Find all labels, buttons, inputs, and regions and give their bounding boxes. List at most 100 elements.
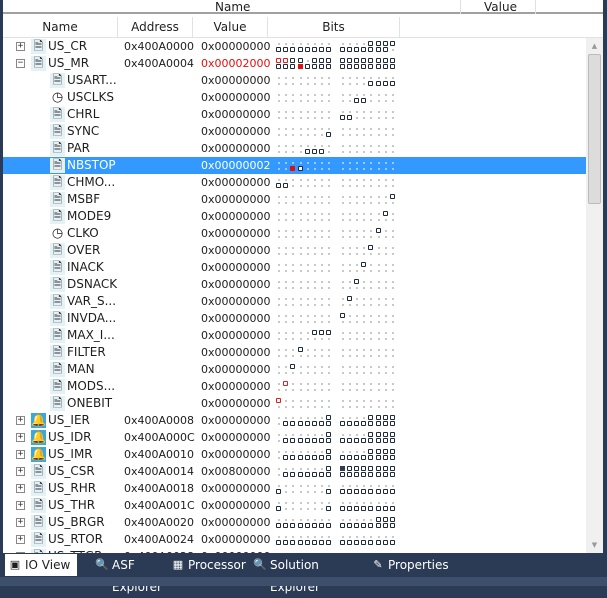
bit-19[interactable] xyxy=(368,41,374,46)
register-row[interactable]: 🗎 SYNC 0x00000000 xyxy=(3,123,586,140)
bit-14[interactable] xyxy=(283,523,289,528)
bit-14[interactable] xyxy=(283,438,289,443)
bit-7[interactable] xyxy=(339,47,345,52)
bit-8[interactable] xyxy=(326,47,332,52)
bit-11[interactable] xyxy=(304,523,310,528)
bit-18[interactable] xyxy=(375,58,381,63)
register-value[interactable]: 0x00000000 xyxy=(201,208,271,225)
expand-icon[interactable]: + xyxy=(16,501,25,510)
bit-4[interactable] xyxy=(361,421,367,426)
bit-11[interactable] xyxy=(304,438,310,443)
bit-6[interactable] xyxy=(346,421,352,426)
bit-11[interactable] xyxy=(304,421,310,426)
register-row[interactable]: 🗎 MAX_I... 0x00000000 xyxy=(3,327,586,344)
bit-2[interactable] xyxy=(375,421,381,426)
register-row[interactable]: 🗎 PAR 0x00000000 xyxy=(3,140,586,157)
register-value[interactable]: 0x00000000 xyxy=(201,497,271,514)
bit-22[interactable] xyxy=(346,296,352,301)
register-row[interactable]: 🗎 OVER 0x00000000 xyxy=(3,242,586,259)
bit-3[interactable] xyxy=(368,81,374,86)
bit-16[interactable] xyxy=(390,58,395,63)
bit-22[interactable] xyxy=(346,466,352,471)
bit-18[interactable] xyxy=(375,432,381,437)
bit-8[interactable] xyxy=(326,489,332,494)
register-row[interactable]: 🗎 USART... 0x00000000 xyxy=(3,72,586,89)
bit-17[interactable] xyxy=(382,211,388,216)
register-row[interactable]: + 🗎 US_THR 0x400A001C 0x00000000 xyxy=(3,497,586,514)
register-value[interactable]: 0x00000000 xyxy=(201,429,271,446)
tab-processor[interactable]: ▦ Processor xyxy=(168,554,250,576)
register-value[interactable]: 0x00000000 xyxy=(201,480,271,497)
bit-19[interactable] xyxy=(368,415,374,420)
bit-13[interactable] xyxy=(290,523,296,528)
bit-8[interactable] xyxy=(326,132,332,137)
bit-2[interactable] xyxy=(375,64,381,69)
bit-17[interactable] xyxy=(382,41,388,46)
bit-0[interactable] xyxy=(390,64,395,69)
bit-9[interactable] xyxy=(319,421,325,426)
bit-15[interactable] xyxy=(276,47,281,52)
bit-5[interactable] xyxy=(354,64,359,69)
bit-14[interactable] xyxy=(283,64,289,69)
bit-2[interactable] xyxy=(375,523,381,528)
bit-9[interactable] xyxy=(319,47,325,52)
bit-8[interactable] xyxy=(326,455,332,460)
bit-5[interactable] xyxy=(354,455,359,460)
bit-1[interactable] xyxy=(382,81,388,86)
expand-icon[interactable]: + xyxy=(16,433,25,442)
bit-10[interactable] xyxy=(312,64,317,69)
bit-31[interactable] xyxy=(276,58,281,63)
bit-13[interactable] xyxy=(290,540,296,545)
register-row[interactable]: + 🗎 US_RHR 0x400A0018 0x00000000 xyxy=(3,480,586,497)
bit-18[interactable] xyxy=(375,466,381,471)
bit-22[interactable] xyxy=(346,58,352,63)
bit-8[interactable] xyxy=(326,506,332,511)
register-value[interactable]: 0x00000000 xyxy=(201,38,271,55)
column-name[interactable]: Name xyxy=(3,17,118,38)
bit-10[interactable] xyxy=(312,149,317,154)
bit-12[interactable] xyxy=(297,472,303,477)
bit-5[interactable] xyxy=(354,421,359,426)
bit-11[interactable] xyxy=(304,472,310,477)
bit-24[interactable] xyxy=(326,466,332,471)
bit-29[interactable] xyxy=(290,364,296,369)
bit-16[interactable] xyxy=(390,41,395,46)
tab-properties[interactable]: ✎ Properties xyxy=(368,554,452,576)
bit-15[interactable] xyxy=(276,523,281,528)
bit-9[interactable] xyxy=(319,64,325,69)
bit-14[interactable] xyxy=(283,540,289,545)
bit-30[interactable] xyxy=(283,58,289,63)
register-row[interactable]: 🗎 NBSTOP 0x00000002 xyxy=(3,157,586,174)
bit-14[interactable] xyxy=(283,472,289,477)
register-row[interactable]: 🗎 INVDA... 0x00000000 xyxy=(3,310,586,327)
bit-8[interactable] xyxy=(326,421,332,426)
bit-0[interactable] xyxy=(390,438,395,443)
bit-13[interactable] xyxy=(290,64,296,69)
register-row[interactable]: 🗎 MODE9 0x00000000 xyxy=(3,208,586,225)
bit-24[interactable] xyxy=(326,449,332,454)
bit-7[interactable] xyxy=(339,540,345,545)
bit-0[interactable] xyxy=(390,472,395,477)
bit-0[interactable] xyxy=(390,455,395,460)
bit-8[interactable] xyxy=(326,523,332,528)
register-row[interactable]: + 🔔 US_IMR 0x400A0010 0x00000000 xyxy=(3,446,586,463)
register-value[interactable]: 0x00800000 xyxy=(201,463,271,480)
bit-9[interactable] xyxy=(319,149,325,154)
bit-9[interactable] xyxy=(319,438,325,443)
bit-1[interactable] xyxy=(382,506,388,511)
register-value[interactable]: 0x00002000 xyxy=(201,55,271,72)
bit-21[interactable] xyxy=(354,279,359,284)
register-row[interactable]: − 🗎 US_MR 0x400A0004 0x00002000 xyxy=(3,55,586,72)
register-row[interactable]: 🗎 ONEBIT 0x00000000 xyxy=(3,395,586,412)
bit-10[interactable] xyxy=(312,421,317,426)
bit-19[interactable] xyxy=(368,58,374,63)
expand-icon[interactable]: + xyxy=(16,484,25,493)
bit-3[interactable] xyxy=(368,47,374,52)
bit-24[interactable] xyxy=(326,415,332,420)
register-value[interactable]: 0x00000000 xyxy=(201,327,271,344)
expand-icon[interactable]: + xyxy=(16,42,25,51)
register-value[interactable]: 0x00000000 xyxy=(201,123,271,140)
tab-solution-explorer[interactable]: 🔍 Solution Explorer xyxy=(250,554,368,594)
register-value[interactable]: 0x00000000 xyxy=(201,531,271,548)
bit-4[interactable] xyxy=(361,64,367,69)
